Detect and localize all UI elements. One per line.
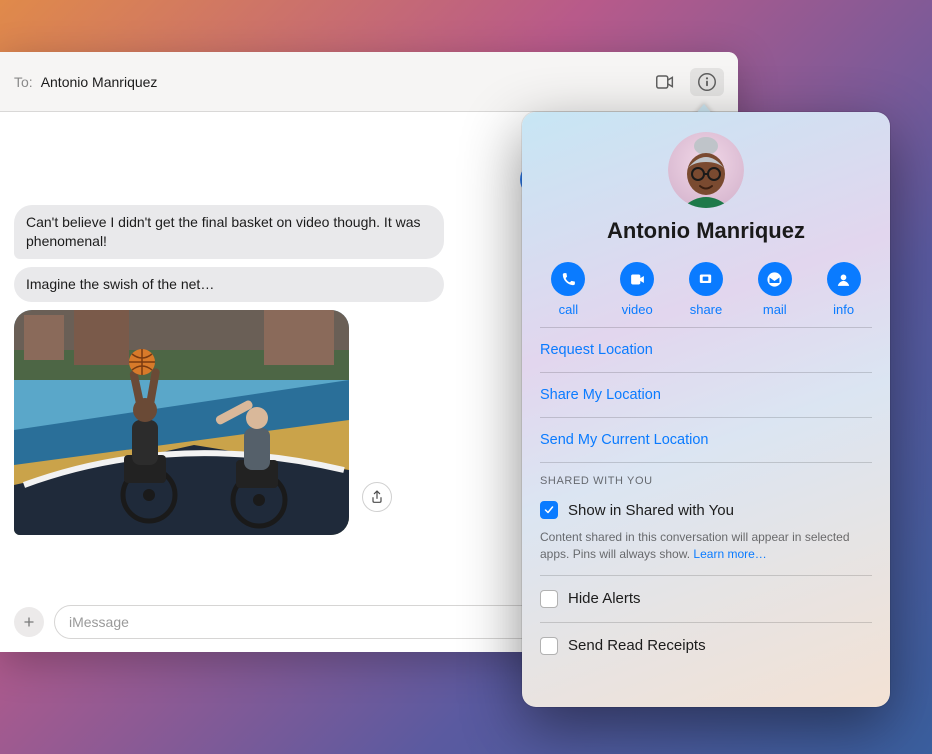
share-attachment-button[interactable] (362, 482, 392, 512)
request-location-link[interactable]: Request Location (540, 328, 872, 372)
facetime-video-button[interactable] (648, 68, 682, 96)
show-in-shared-with-you-checkbox[interactable] (540, 501, 558, 519)
show-in-shared-with-you-label: Show in Shared with You (568, 502, 734, 519)
share-action-label: share (690, 302, 723, 317)
share-my-location-link[interactable]: Share My Location (540, 373, 872, 417)
phone-icon (560, 271, 577, 288)
call-action[interactable]: call (538, 262, 598, 317)
send-current-location-link[interactable]: Send My Current Location (540, 418, 872, 462)
info-action-label: info (833, 302, 854, 317)
conversation-titlebar: To: Antonio Manriquez (0, 52, 738, 112)
hide-alerts-row[interactable]: Hide Alerts (540, 576, 872, 622)
contact-avatar[interactable] (668, 132, 744, 208)
plus-icon (21, 614, 37, 630)
video-icon (629, 271, 646, 288)
details-info-button[interactable] (690, 68, 724, 96)
screen-share-icon (697, 271, 714, 288)
mail-action[interactable]: mail (745, 262, 805, 317)
info-circle-icon (696, 71, 718, 93)
send-read-receipts-label: Send Read Receipts (568, 637, 706, 654)
details-popover: Antonio Manriquez call video share mail … (522, 112, 890, 707)
hide-alerts-label: Hide Alerts (568, 590, 641, 607)
incoming-photo-attachment[interactable] (14, 310, 349, 535)
memoji-avatar-icon (668, 132, 744, 208)
apps-plus-button[interactable] (14, 607, 44, 637)
learn-more-link[interactable]: Learn more… (693, 547, 766, 561)
mail-action-label: mail (763, 302, 787, 317)
contact-action-row: call video share mail info (522, 244, 890, 327)
envelope-icon (766, 271, 783, 288)
video-action-label: video (622, 302, 653, 317)
incoming-message-bubble[interactable]: Can't believe I didn't get the final bas… (14, 205, 444, 259)
basketball-photo-icon (14, 310, 349, 535)
to-label: To: (14, 74, 33, 90)
share-action[interactable]: share (676, 262, 736, 317)
incoming-message-bubble[interactable]: Imagine the swish of the net… (14, 267, 444, 302)
checkmark-icon (543, 504, 555, 516)
shared-with-you-hint: Content shared in this conversation will… (540, 527, 872, 575)
hide-alerts-checkbox[interactable] (540, 590, 558, 608)
contact-name-heading: Antonio Manriquez (522, 218, 890, 244)
send-read-receipts-row[interactable]: Send Read Receipts (540, 623, 872, 655)
video-action[interactable]: video (607, 262, 667, 317)
video-camera-icon (654, 71, 676, 93)
share-arrow-icon (369, 489, 385, 505)
show-in-shared-with-you-row[interactable]: Show in Shared with You (540, 487, 872, 527)
recipient-name[interactable]: Antonio Manriquez (41, 74, 158, 90)
info-action[interactable]: info (814, 262, 874, 317)
send-read-receipts-checkbox[interactable] (540, 637, 558, 655)
person-info-icon (835, 271, 852, 288)
shared-with-you-header: SHARED WITH YOU (540, 463, 872, 487)
call-action-label: call (559, 302, 579, 317)
